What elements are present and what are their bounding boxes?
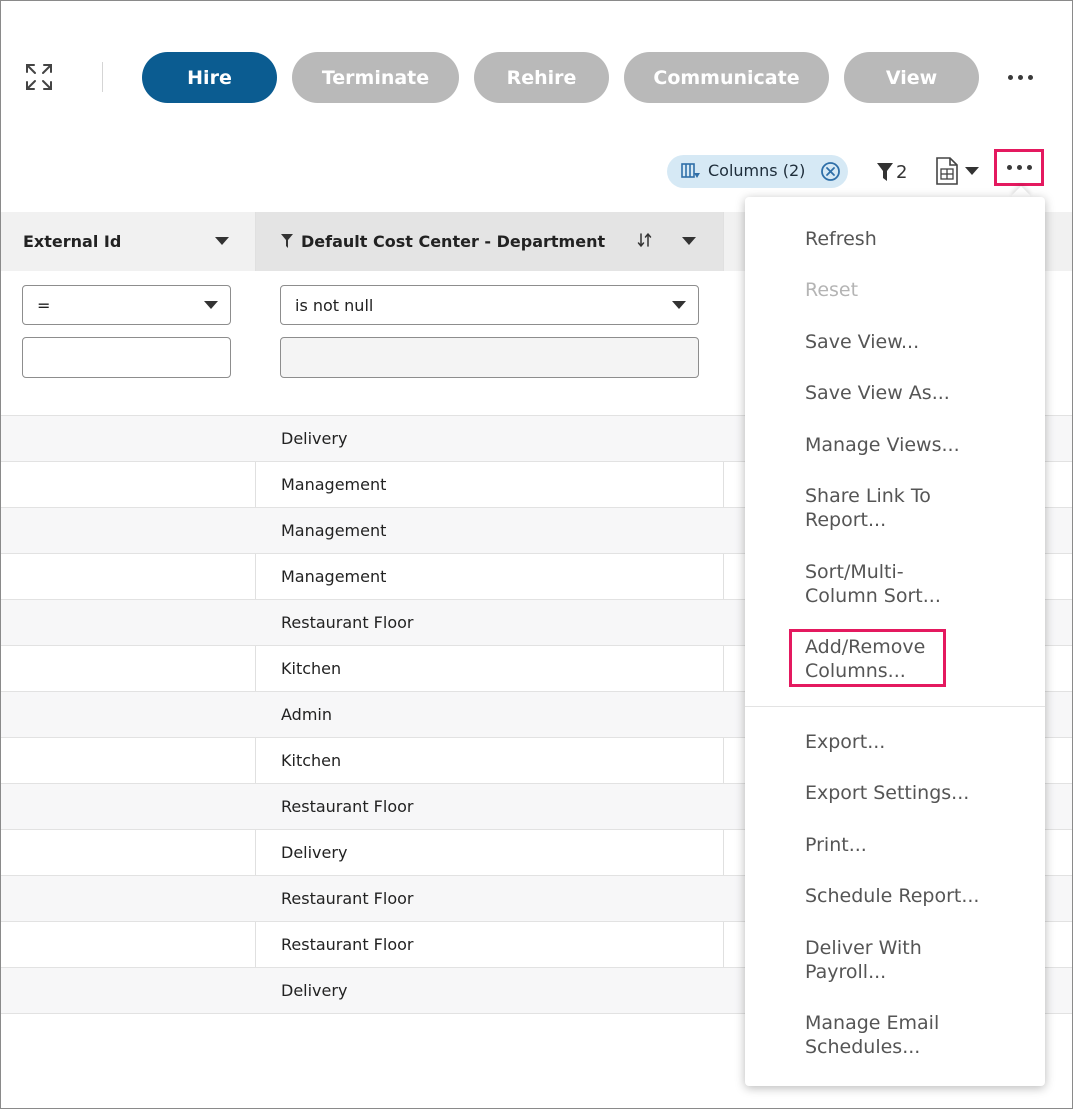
chevron-down-icon	[204, 301, 218, 309]
filter-count: 2	[896, 161, 908, 183]
menu-item-add-remove-columns[interactable]: Add/Remove Columns...	[805, 635, 925, 683]
department-cell: Restaurant Floor	[281, 613, 414, 632]
more-dot-icon	[1007, 74, 1013, 80]
menu-item-save-view[interactable]: Save View...	[805, 330, 919, 354]
menu-item-sort[interactable]: Sort/Multi- Column Sort...	[805, 560, 941, 608]
chevron-down-icon	[672, 301, 686, 309]
menu-item-refresh[interactable]: Refresh	[805, 227, 877, 251]
toolbar-divider	[102, 62, 103, 92]
department-operator-select[interactable]: is not null	[280, 285, 699, 325]
export-format-dropdown[interactable]	[935, 156, 979, 186]
menu-item-share-link[interactable]: Share Link To Report...	[805, 484, 931, 532]
more-dot-icon	[1006, 165, 1012, 170]
select-value: is not null	[295, 295, 374, 315]
department-cell: Restaurant Floor	[281, 889, 414, 908]
more-dot-icon	[1027, 74, 1033, 80]
external-id-filter-input[interactable]	[22, 337, 231, 378]
column-header-label: Default Cost Center - Department	[301, 232, 606, 251]
close-icon[interactable]	[820, 161, 841, 182]
department-cell: Delivery	[281, 843, 348, 862]
menu-item-export-settings[interactable]: Export Settings...	[805, 781, 969, 805]
department-cell: Restaurant Floor	[281, 935, 414, 954]
department-cell: Delivery	[281, 981, 348, 1000]
chevron-down-icon[interactable]	[682, 237, 696, 245]
communicate-button[interactable]: Communicate	[624, 52, 829, 103]
menu-item-manage-email-schedules[interactable]: Manage Email Schedules...	[805, 1011, 939, 1059]
hire-button[interactable]: Hire	[142, 52, 277, 103]
columns-chip-label: Columns (2)	[708, 161, 806, 180]
report-window: Hire Terminate Rehire Communicate View C…	[0, 0, 1073, 1109]
menu-item-export[interactable]: Export...	[805, 730, 885, 754]
menu-item-save-view-as[interactable]: Save View As...	[805, 381, 950, 405]
sort-icon[interactable]	[637, 232, 653, 248]
department-cell: Restaurant Floor	[281, 797, 414, 816]
department-cell: Kitchen	[281, 659, 342, 678]
department-cell: Management	[281, 475, 387, 494]
chevron-down-icon[interactable]	[215, 237, 229, 245]
filter-icon	[877, 163, 893, 181]
more-dot-icon	[1026, 165, 1032, 170]
menu-item-deliver-with-payroll[interactable]: Deliver With Payroll...	[805, 936, 922, 984]
department-cell: Delivery	[281, 429, 348, 448]
filter-icon	[281, 234, 293, 248]
department-filter-input	[280, 337, 699, 378]
filter-count-button[interactable]: 2	[876, 159, 907, 185]
expand-icon[interactable]	[23, 61, 55, 93]
grid-more-button[interactable]	[994, 149, 1044, 186]
select-value: =	[37, 295, 51, 315]
menu-item-manage-views[interactable]: Manage Views...	[805, 433, 960, 457]
chevron-down-icon	[965, 167, 979, 175]
more-dot-icon	[1016, 165, 1022, 170]
view-button[interactable]: View	[844, 52, 979, 103]
spreadsheet-file-icon	[936, 157, 958, 185]
column-header-label: External Id	[23, 232, 122, 251]
column-header-department[interactable]: Default Cost Center - Department	[256, 212, 723, 271]
department-cell: Management	[281, 567, 387, 586]
external-id-operator-select[interactable]: =	[22, 285, 231, 325]
column-header-external-id[interactable]: External Id	[23, 212, 235, 271]
more-dot-icon	[1017, 74, 1023, 80]
columns-chip[interactable]: Columns (2)	[667, 155, 848, 188]
menu-item-print[interactable]: Print...	[805, 833, 867, 857]
menu-divider	[745, 706, 1045, 707]
rehire-button[interactable]: Rehire	[474, 52, 609, 103]
grid-actions-menu: Refresh Reset Save View... Save View As.…	[745, 197, 1045, 1086]
menu-item-schedule-report[interactable]: Schedule Report...	[805, 884, 979, 908]
columns-icon	[681, 163, 701, 185]
department-cell: Kitchen	[281, 751, 342, 770]
terminate-button[interactable]: Terminate	[292, 52, 459, 103]
toolbar-more-button[interactable]	[1001, 63, 1039, 91]
menu-item-reset: Reset	[805, 279, 859, 301]
department-cell: Management	[281, 521, 387, 540]
department-cell: Admin	[281, 705, 332, 724]
